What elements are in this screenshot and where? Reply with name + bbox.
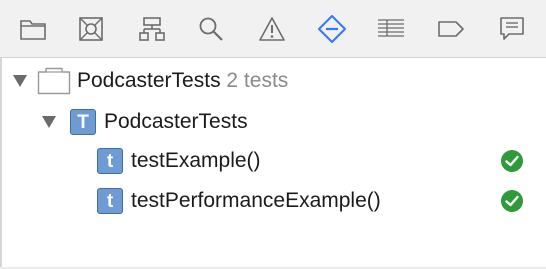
find-navigator-icon[interactable] [195,13,227,45]
source-control-icon[interactable] [75,13,107,45]
test-navigator-icon[interactable] [316,13,348,45]
target-name: PodcasterTests [104,110,248,133]
project-name: PodcasterTests [77,69,221,92]
disclosure-triangle-icon[interactable] [13,75,27,87]
tree-row-test[interactable]: t testPerformanceExample() [0,182,546,220]
tree-row-target[interactable]: T PodcasterTests [0,103,546,141]
navigator-toolbar [0,0,546,58]
test-name: testExample() [131,149,261,172]
test-bundle-icon [37,67,71,95]
test-count: 2 tests [226,69,289,92]
issue-navigator-icon[interactable] [256,13,288,45]
test-case-icon: t [97,148,123,174]
debug-navigator-icon[interactable] [375,13,407,45]
symbol-navigator-icon[interactable] [136,13,168,45]
tree-row-test[interactable]: t testExample() [0,143,546,181]
disclosure-triangle-icon[interactable] [42,116,56,128]
test-case-icon: t [97,188,123,214]
test-passed-icon[interactable] [501,150,523,172]
test-target-icon: T [70,109,96,135]
report-navigator-icon[interactable] [496,13,528,45]
test-passed-icon[interactable] [501,190,523,212]
project-navigator-icon[interactable] [17,13,49,45]
test-name: testPerformanceExample() [131,189,381,212]
tree-row-project[interactable]: PodcasterTests 2 tests [0,62,546,100]
breakpoint-navigator-icon[interactable] [435,13,467,45]
